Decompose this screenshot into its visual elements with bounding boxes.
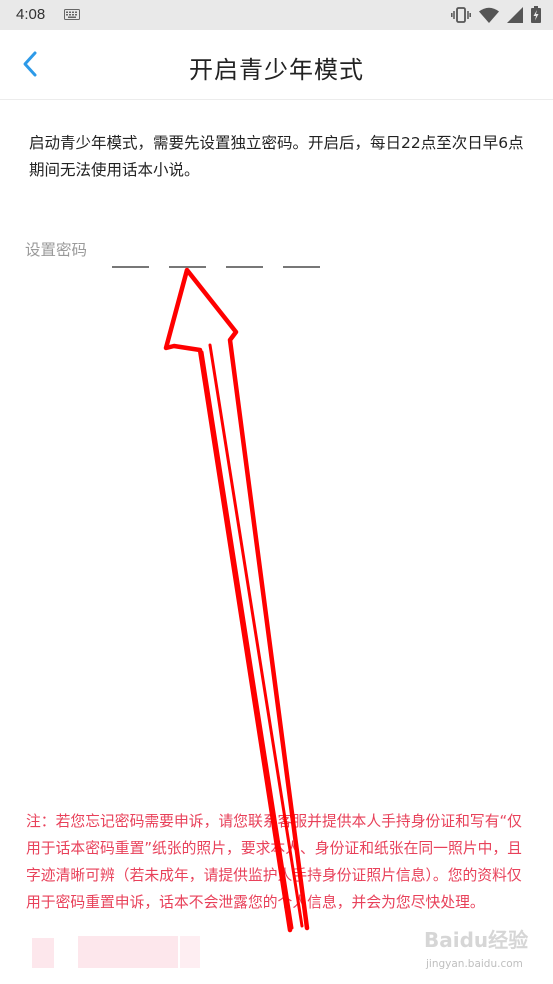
- password-slot[interactable]: [169, 244, 206, 268]
- appeal-notice: 注：若您忘记密码需要申诉，请您联系客服并提供本人手持身份证和写有“仅用于话本密码…: [26, 813, 522, 911]
- page-title: 开启青少年模式: [189, 56, 364, 84]
- wifi-icon: [479, 7, 499, 23]
- password-slot[interactable]: [283, 244, 320, 268]
- vibrate-icon: [451, 6, 471, 23]
- watermark: Baidu经验 jingyan.baidu.com: [424, 924, 534, 972]
- redacted-area: [32, 938, 54, 968]
- status-bar: 4:08: [0, 0, 553, 30]
- password-slot[interactable]: [226, 244, 263, 268]
- status-time: 4:08: [16, 6, 46, 23]
- nav-bar: 开启青少年模式: [0, 30, 553, 100]
- keyboard-icon: [64, 9, 80, 20]
- battery-charging-icon: [531, 6, 541, 23]
- redacted-area: [78, 936, 178, 968]
- watermark-site: jingyan.baidu.com: [426, 958, 523, 970]
- intro-description: 启动青少年模式，需要先设置独立密码。开启后，每日22点至次日早6点期间无法使用话…: [29, 134, 524, 179]
- password-slot[interactable]: [112, 244, 149, 268]
- watermark-logo: Baidu经验: [424, 928, 529, 952]
- password-input[interactable]: [112, 244, 320, 268]
- password-label: 设置密码: [25, 241, 88, 259]
- signal-icon: [507, 6, 523, 23]
- redacted-area: [180, 936, 200, 968]
- status-icons: [451, 6, 541, 23]
